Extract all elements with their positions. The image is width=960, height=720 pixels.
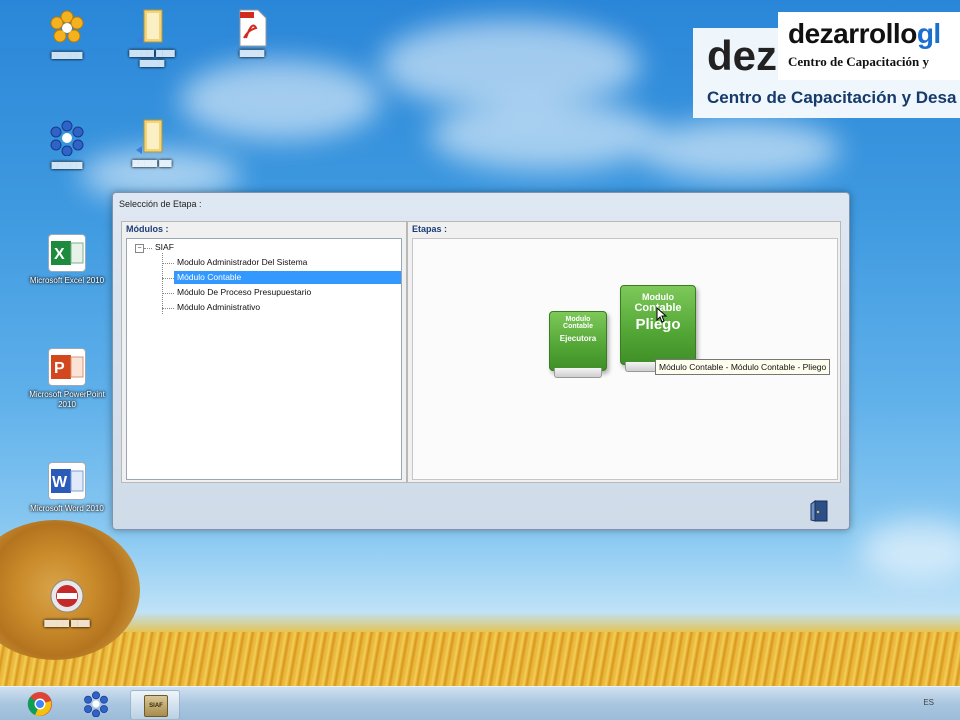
desktop-icon-word[interactable]: W Microsoft Word 2010 bbox=[27, 462, 107, 514]
pdf-icon bbox=[234, 8, 270, 47]
desktop-icon-network-app[interactable]: ▆▆▆▆▆ bbox=[27, 120, 107, 170]
cloud bbox=[640, 120, 840, 180]
stage-book-pliego[interactable]: Modulo Contable Pliego bbox=[620, 285, 696, 372]
powerpoint-icon: P bbox=[48, 348, 86, 386]
svg-text:P: P bbox=[54, 360, 65, 377]
watermark-brand-suffix: gl bbox=[916, 18, 941, 49]
tree-item-admin-sistema[interactable]: Modulo Administrador Del Sistema bbox=[174, 256, 310, 269]
stage-label: Contable bbox=[563, 323, 593, 330]
desktop-icon-label: Microsoft PowerPoint 2010 bbox=[29, 390, 105, 409]
word-icon: W bbox=[48, 462, 86, 500]
desktop-icon-label: Microsoft Word 2010 bbox=[30, 504, 104, 513]
modules-panel: Módulos : − SIAF Modulo Administrador De… bbox=[121, 221, 407, 483]
excel-icon: X bbox=[48, 234, 86, 272]
mouse-cursor-icon bbox=[656, 307, 668, 323]
tree-line bbox=[162, 278, 174, 279]
folder-icon bbox=[134, 118, 170, 154]
stages-label: Etapas : bbox=[412, 224, 448, 234]
stage-label: Modulo bbox=[642, 292, 674, 302]
taskbar: SIAF ES bbox=[0, 686, 960, 720]
tree-line bbox=[162, 263, 174, 264]
tree-expander-icon[interactable]: − bbox=[135, 244, 144, 253]
svg-text:X: X bbox=[54, 246, 65, 263]
tray-language[interactable]: ES bbox=[923, 698, 934, 707]
desktop-icon-flower-app[interactable]: ▆▆▆▆▆ bbox=[27, 10, 107, 60]
taskbar-siaf-label: SIAF bbox=[149, 703, 163, 709]
watermark-tagline: Centro de Capacitación y bbox=[788, 54, 929, 69]
tree-line bbox=[162, 308, 174, 309]
desktop-icon-excel[interactable]: X Microsoft Excel 2010 bbox=[27, 234, 107, 286]
chrome-icon bbox=[27, 692, 52, 716]
taskbar-network-app[interactable] bbox=[72, 690, 120, 718]
desktop-icon-label: Microsoft Excel 2010 bbox=[29, 276, 105, 285]
cloud bbox=[430, 100, 660, 170]
watermark-banner: dezarrollogl Centro de Capacitación y bbox=[778, 12, 960, 80]
stages-area: Modulo Contable Ejecutora Modulo Contabl… bbox=[412, 238, 838, 480]
network-app-icon bbox=[49, 120, 85, 157]
desktop-icon-siaf-app[interactable]: ▆▆▆▆ ▆▆▆ bbox=[27, 578, 107, 628]
tree-item-administrativo[interactable]: Módulo Administrativo bbox=[174, 301, 263, 314]
taskbar-siaf-app[interactable]: SIAF bbox=[130, 690, 180, 720]
modules-tree[interactable]: − SIAF Modulo Administrador Del Sistema … bbox=[126, 238, 402, 480]
cloud bbox=[860, 520, 960, 580]
network-app-icon bbox=[84, 691, 108, 717]
stage-label: Ejecutora bbox=[559, 334, 597, 343]
siaf-app-icon bbox=[49, 578, 85, 614]
book-pages bbox=[554, 368, 602, 378]
watermark-logo-tagline: Centro de Capacitación y Desa bbox=[707, 88, 957, 107]
desktop-icon-folder-2[interactable]: ▆▆▆▆ ▆▆ bbox=[112, 118, 192, 168]
modules-label: Módulos : bbox=[126, 224, 169, 234]
stage-label: Modulo bbox=[565, 316, 591, 323]
watermark-brand: dezarrollogl bbox=[788, 18, 941, 50]
tree-line bbox=[144, 248, 152, 249]
stage-tooltip: Módulo Contable - Módulo Contable - Plie… bbox=[655, 359, 831, 375]
folder-icon bbox=[134, 8, 170, 44]
tree-item-presupuestario[interactable]: Módulo De Proceso Presupuestario bbox=[174, 286, 314, 299]
watermark-logo-prefix: dez bbox=[707, 32, 778, 79]
watermark-brand-prefix: dezarrollo bbox=[788, 18, 917, 49]
exit-door-icon[interactable] bbox=[809, 499, 828, 522]
siaf-app-icon: SIAF bbox=[144, 695, 168, 717]
stages-panel: Etapas : Modulo Contable Ejecutora Modul… bbox=[407, 221, 841, 483]
flower-app-icon bbox=[49, 10, 85, 46]
dialog-title: Selección de Etapa : bbox=[119, 199, 202, 209]
wheat-field bbox=[0, 632, 960, 688]
svg-text:W: W bbox=[52, 474, 68, 491]
tree-item-contable[interactable]: Módulo Contable bbox=[174, 271, 401, 284]
cloud bbox=[180, 60, 380, 140]
desktop-icon-powerpoint[interactable]: P Microsoft PowerPoint 2010 bbox=[27, 348, 107, 410]
desktop-icon-pdf[interactable]: ▆▆▆▆ bbox=[212, 8, 292, 58]
stage-selection-dialog: Selección de Etapa : Módulos : − SIAF Mo… bbox=[112, 192, 850, 530]
tree-line bbox=[162, 293, 174, 294]
taskbar-chrome[interactable] bbox=[16, 690, 64, 718]
cloud bbox=[380, 20, 640, 110]
desktop-icon-folder[interactable]: ▆▆▆▆ ▆▆▆ ▆▆▆▆ bbox=[112, 8, 192, 68]
stage-book-ejecutora[interactable]: Modulo Contable Ejecutora bbox=[549, 311, 607, 378]
tree-root-siaf[interactable]: SIAF bbox=[152, 241, 177, 254]
desktop: ▆▆▆▆▆ ▆▆▆▆ ▆▆▆ ▆▆▆▆ ▆▆▆▆ ▆▆▆▆▆ ▆▆▆▆ ▆▆ X… bbox=[0, 0, 960, 720]
